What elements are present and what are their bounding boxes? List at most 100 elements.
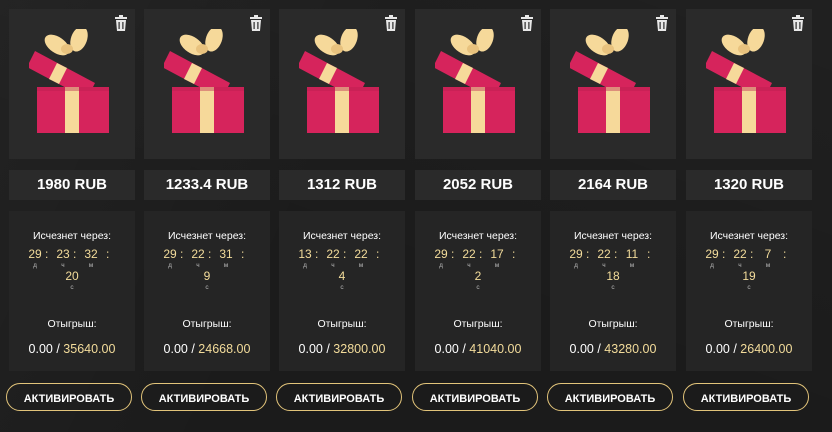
timer-days: 29: [28, 247, 42, 261]
bonus-info-panel: Исчезнет через: 29 : 22 : 31 : д ч м 9 с…: [144, 211, 270, 371]
expires-label: Исчезнет через:: [167, 230, 247, 242]
winnings-progress: 0.00 / 43280.00: [550, 342, 676, 356]
timer-unit-minutes: м: [494, 262, 500, 269]
timer-unit-seconds: с: [340, 284, 344, 291]
winnings-current: 0.00 /: [569, 342, 605, 356]
timer-separator: :: [512, 247, 516, 261]
timer-unit-days: д: [33, 262, 37, 269]
expires-label: Исчезнет через:: [573, 230, 653, 242]
activate-button[interactable]: АКТИВИРОВАТЬ: [276, 383, 402, 411]
winnings-label: Отыгрыш:: [317, 318, 367, 330]
activate-button[interactable]: АКТИВИРОВАТЬ: [412, 383, 538, 411]
gift-box-icon: [299, 29, 379, 133]
trash-icon[interactable]: [655, 15, 669, 31]
timer-unit-hours: ч: [467, 262, 471, 269]
bonus-info-panel: Исчезнет через: 29 : 22 : 7 : д ч м 19 с…: [686, 211, 812, 371]
timer-unit-hours: ч: [196, 262, 200, 269]
timer-separator: :: [315, 247, 319, 261]
expires-label: Исчезнет через:: [302, 230, 382, 242]
gift-box-icon: [706, 29, 786, 133]
bonus-price: 1312 RUB: [279, 170, 405, 200]
timer-separator: :: [614, 247, 618, 261]
bonus-price: 1320 RUB: [686, 170, 812, 200]
timer-hours: 22: [597, 247, 611, 261]
timer-unit-minutes: м: [358, 262, 364, 269]
timer-separator: :: [451, 247, 455, 261]
timer-seconds: 9: [203, 269, 211, 283]
trash-icon[interactable]: [114, 15, 128, 31]
bonus-info-panel: Исчезнет через: 29 : 22 : 17 : д ч м 2 с…: [415, 211, 541, 371]
timer-hours: 23: [56, 247, 70, 261]
winnings-label: Отыгрыш:: [588, 318, 638, 330]
timer-separator: :: [106, 247, 110, 261]
timer-unit-seconds: с: [747, 284, 751, 291]
timer-hours: 22: [191, 247, 205, 261]
winnings-total: 41040.00: [469, 342, 522, 356]
bonus-price: 2052 RUB: [415, 170, 541, 200]
timer-unit-minutes: м: [223, 262, 229, 269]
bonus-info-panel: Исчезнет через: 29 : 23 : 32 : д ч м 20 …: [9, 211, 135, 371]
timer-separator: :: [750, 247, 754, 261]
timer-hours: 22: [733, 247, 747, 261]
timer-seconds: 19: [742, 269, 756, 283]
timer-unit-seconds: с: [70, 284, 74, 291]
winnings-current: 0.00 /: [298, 342, 334, 356]
gift-panel: [415, 9, 541, 159]
timer-separator: :: [479, 247, 483, 261]
timer-separator: :: [783, 247, 787, 261]
timer-days: 29: [569, 247, 583, 261]
winnings-progress: 0.00 / 26400.00: [686, 342, 812, 356]
timer-unit-minutes: м: [765, 262, 771, 269]
timer-unit-seconds: с: [611, 284, 615, 291]
timer-unit-seconds: с: [476, 284, 480, 291]
timer-unit-minutes: м: [88, 262, 94, 269]
timer-separator: :: [586, 247, 590, 261]
expires-label: Исчезнет через:: [32, 230, 112, 242]
trash-icon[interactable]: [520, 15, 534, 31]
timer-days: 13: [298, 247, 312, 261]
timer-separator: :: [180, 247, 184, 261]
trash-icon[interactable]: [791, 15, 805, 31]
activate-button[interactable]: АКТИВИРОВАТЬ: [547, 383, 673, 411]
winnings-current: 0.00 /: [28, 342, 64, 356]
timer-days: 29: [163, 247, 177, 261]
timer-unit-days: д: [303, 262, 307, 269]
winnings-progress: 0.00 / 32800.00: [279, 342, 405, 356]
winnings-total: 35640.00: [63, 342, 116, 356]
activate-button[interactable]: АКТИВИРОВАТЬ: [6, 383, 132, 411]
timer-minutes: 7: [764, 247, 772, 261]
timer-unit-days: д: [710, 262, 714, 269]
trash-icon[interactable]: [384, 15, 398, 31]
timer-days: 29: [434, 247, 448, 261]
gift-box-icon: [29, 29, 109, 133]
timer-separator: :: [208, 247, 212, 261]
expires-label: Исчезнет через:: [709, 230, 789, 242]
timer-separator: :: [73, 247, 77, 261]
timer-unit-hours: ч: [738, 262, 742, 269]
gift-panel: [279, 9, 405, 159]
timer-separator: :: [376, 247, 380, 261]
gift-box-icon: [570, 29, 650, 133]
winnings-current: 0.00 /: [163, 342, 199, 356]
bonus-price: 1980 RUB: [9, 170, 135, 200]
timer-unit-hours: ч: [61, 262, 65, 269]
winnings-current: 0.00 /: [434, 342, 470, 356]
activate-button[interactable]: АКТИВИРОВАТЬ: [683, 383, 809, 411]
timer-minutes: 22: [354, 247, 368, 261]
timer-unit-days: д: [168, 262, 172, 269]
timer-separator: :: [722, 247, 726, 261]
winnings-label: Отыгрыш:: [47, 318, 97, 330]
winnings-progress: 0.00 / 41040.00: [415, 342, 541, 356]
timer-minutes: 31: [219, 247, 233, 261]
timer-seconds: 20: [65, 269, 79, 283]
winnings-total: 24668.00: [198, 342, 251, 356]
timer-unit-seconds: с: [205, 284, 209, 291]
timer-days: 29: [705, 247, 719, 261]
timer-seconds: 4: [338, 269, 346, 283]
activate-button[interactable]: АКТИВИРОВАТЬ: [141, 383, 267, 411]
timer-separator: :: [647, 247, 651, 261]
timer-seconds: 2: [474, 269, 482, 283]
bonus-cards-row: 1980 RUB Исчезнет через: 29 : 23 : 32 : …: [0, 0, 832, 432]
timer-unit-days: д: [574, 262, 578, 269]
trash-icon[interactable]: [249, 15, 263, 31]
